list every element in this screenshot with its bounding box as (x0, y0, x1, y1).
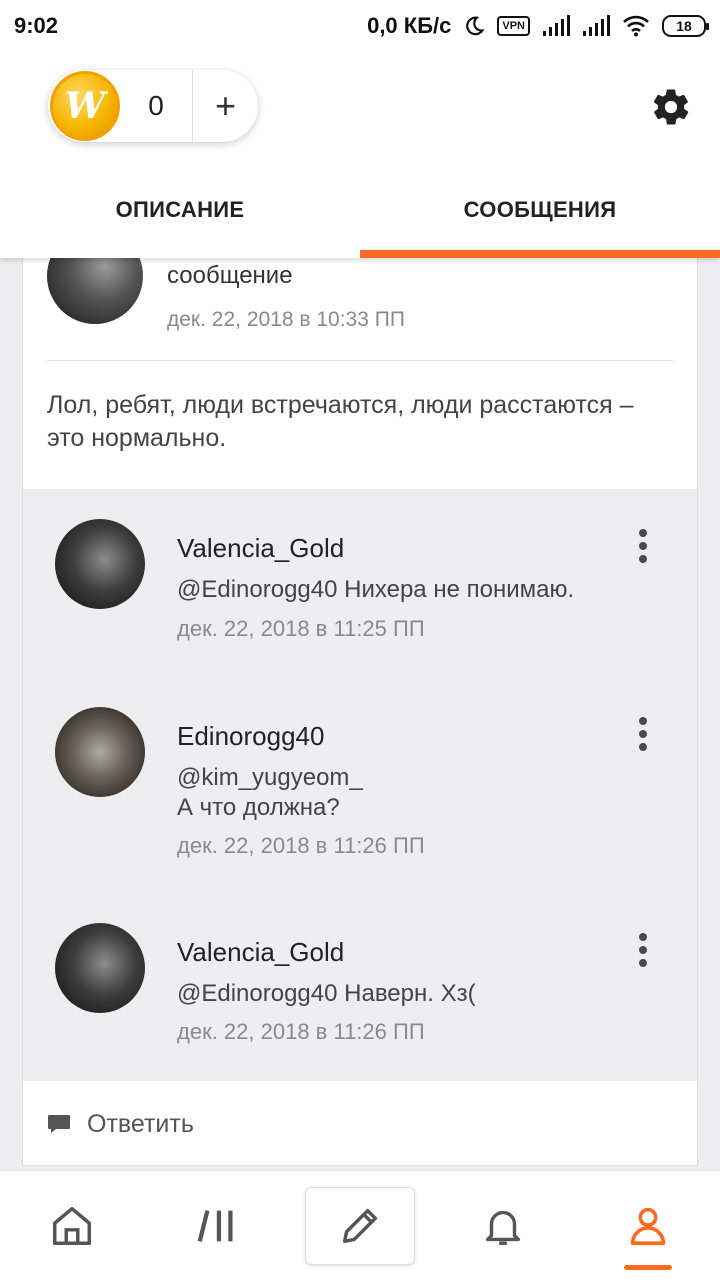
avatar[interactable] (47, 258, 143, 324)
nav-home[interactable] (0, 1171, 145, 1280)
avatar[interactable] (55, 707, 145, 797)
coin-count: 0 (148, 90, 164, 121)
status-time: 9:02 (14, 13, 59, 38)
parent-message-body: Лол, ребят, люди встречаются, люди расст… (47, 391, 634, 452)
status-bar: 9:02 0,0 КБ/с VPN 18 (0, 0, 720, 52)
net-speed: 0,0 КБ/с (367, 13, 452, 38)
top-bar: W 0 + (0, 52, 720, 162)
reply-message: @Edinorogg40 Наверн. Хз( (177, 980, 476, 1007)
replies-list: Valencia_Gold @Edinorogg40 Нихера не пон… (23, 489, 697, 1081)
avatar[interactable] (55, 923, 145, 1013)
reply-label: Ответить (87, 1109, 194, 1138)
more-options-icon[interactable] (637, 933, 649, 967)
signal-icon-2 (583, 15, 610, 36)
bell-icon (486, 1210, 521, 1245)
reply-author[interactable]: Valencia_Gold (177, 937, 344, 968)
parent-message-text: сообщение (167, 262, 293, 289)
add-coins-button[interactable]: + (193, 70, 258, 142)
more-options-icon[interactable] (637, 717, 649, 751)
nav-profile[interactable] (576, 1171, 720, 1280)
profile-icon (630, 1207, 665, 1245)
library-icon (197, 1209, 233, 1242)
tab-description[interactable]: ОПИСАНИЕ (0, 162, 360, 258)
comment-icon (48, 1115, 70, 1133)
parent-message-header: сообщение дек. 22, 2018 в 10:33 ПП (23, 258, 697, 360)
nav-library[interactable] (145, 1171, 290, 1280)
moon-icon (466, 16, 485, 36)
more-options-icon[interactable] (637, 529, 649, 563)
parent-message-time: дек. 22, 2018 в 10:33 ПП (167, 308, 405, 331)
pencil-icon (342, 1208, 378, 1243)
tab-messages[interactable]: СООБЩЕНИЯ (360, 162, 720, 258)
reply-message-mention[interactable]: @kim_yugyeom_ (177, 761, 363, 794)
tab-bar: ОПИСАНИЕ СООБЩЕНИЯ (0, 162, 720, 258)
reply-author[interactable]: Valencia_Gold (177, 533, 344, 564)
bottom-navigation (0, 1170, 720, 1280)
home-icon (53, 1206, 92, 1245)
reply-author[interactable]: Edinorogg40 (177, 721, 324, 752)
avatar[interactable] (55, 519, 145, 609)
battery-indicator: 18 (662, 15, 709, 37)
gear-icon[interactable] (650, 86, 692, 128)
wifi-icon (623, 15, 649, 37)
message-thread-card: сообщение дек. 22, 2018 в 10:33 ПП Лол, … (22, 258, 698, 1166)
vpn-badge: VPN (497, 16, 530, 36)
coin-icon: W (50, 71, 120, 141)
nav-write[interactable] (305, 1186, 415, 1265)
reply-time: дек. 22, 2018 в 11:26 ПП (177, 1019, 425, 1044)
reply-time: дек. 22, 2018 в 11:26 ПП (177, 833, 425, 858)
signal-icon (543, 15, 570, 36)
reply-time: дек. 22, 2018 в 11:25 ПП (177, 616, 425, 641)
coin-wallet[interactable]: W 0 + (48, 70, 258, 142)
nav-notifications[interactable] (431, 1171, 576, 1280)
reply-message: @Edinorogg40 Нихера не понимаю. (177, 576, 575, 603)
reply-button[interactable]: Ответить (23, 1081, 697, 1165)
reply-message: А что должна? (177, 794, 340, 821)
